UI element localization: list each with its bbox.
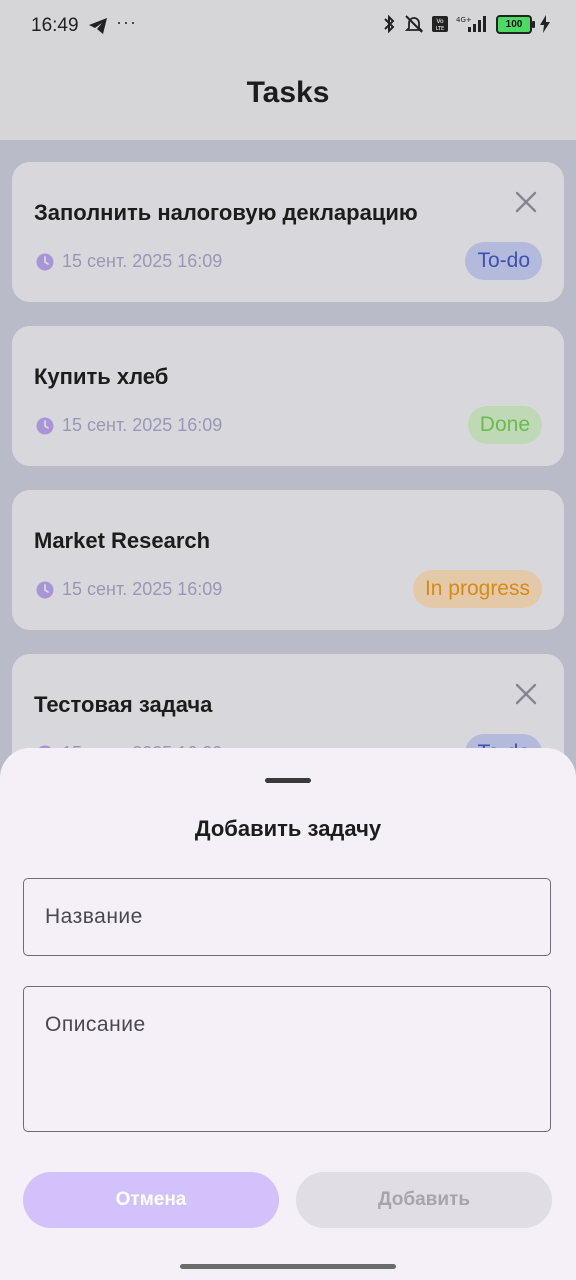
close-icon[interactable] xyxy=(514,682,538,706)
clock-icon xyxy=(36,581,54,598)
status-bar: 16:49 ··· Vo LTE 4G+ 100 xyxy=(0,0,576,54)
description-placeholder: Описание xyxy=(45,1013,146,1036)
volte-icon: VoLTE xyxy=(432,16,448,32)
name-placeholder: Название xyxy=(45,905,143,928)
bluetooth-icon xyxy=(384,14,395,34)
bell-off-icon xyxy=(404,15,424,33)
svg-text:4G+: 4G+ xyxy=(456,16,472,24)
status-badge: In progress xyxy=(412,570,542,608)
add-button[interactable]: Добавить xyxy=(296,1172,552,1228)
svg-text:Vo: Vo xyxy=(436,18,444,25)
status-badge: Done xyxy=(467,406,542,444)
status-icons: Vo LTE 4G+ 100 xyxy=(382,14,550,34)
more-notifications-icon: ··· xyxy=(116,12,137,32)
task-date-text: 15 сент. 2025 16:09 xyxy=(62,415,223,435)
add-task-sheet: Добавить задачу Название Описание Отмена… xyxy=(0,748,576,1280)
task-date: 15 сент. 2025 16:09 xyxy=(36,579,222,600)
cancel-button[interactable]: Отмена xyxy=(23,1172,279,1228)
clock-icon xyxy=(36,253,54,270)
task-date-text: 15 сент. 2025 16:09 xyxy=(62,579,223,599)
screen: 16:49 ··· Vo LTE 4G+ 100 Tasks Заполнить … xyxy=(0,0,576,1280)
task-card[interactable]: Заполнить налоговую декларацию 15 сент. … xyxy=(12,162,564,302)
status-badge: To-do xyxy=(465,242,542,280)
telegram-icon xyxy=(88,17,108,40)
task-date: 15 сент. 2025 16:09 xyxy=(36,251,222,272)
sheet-title: Добавить задачу xyxy=(194,816,382,841)
page-title: Tasks xyxy=(246,76,330,109)
task-title: Тестовая задача xyxy=(34,692,213,717)
signal-icon: 4G+ xyxy=(456,16,486,32)
battery-icon: 100 xyxy=(496,14,535,34)
close-icon[interactable] xyxy=(514,190,538,214)
name-field[interactable]: Название xyxy=(23,878,551,956)
drag-handle[interactable] xyxy=(265,778,311,783)
description-field[interactable]: Описание xyxy=(23,986,551,1132)
gesture-nav-bar[interactable] xyxy=(180,1264,396,1269)
task-title: Купить хлеб xyxy=(34,364,169,389)
app-bar: Tasks xyxy=(0,54,576,140)
task-title: Заполнить налоговую декларацию xyxy=(34,200,418,225)
task-title: Market Research xyxy=(34,528,211,553)
task-card[interactable]: Market Research 15 сент. 2025 16:09 In p… xyxy=(12,490,564,630)
task-date: 15 сент. 2025 16:09 xyxy=(36,415,222,436)
status-time: 16:49 xyxy=(31,15,79,36)
task-card[interactable]: Купить хлеб 15 сент. 2025 16:09 Done xyxy=(12,326,564,466)
task-date-text: 15 сент. 2025 16:09 xyxy=(62,251,223,271)
clock-icon xyxy=(36,417,54,434)
svg-text:LTE: LTE xyxy=(436,26,444,32)
charging-icon xyxy=(540,15,550,33)
